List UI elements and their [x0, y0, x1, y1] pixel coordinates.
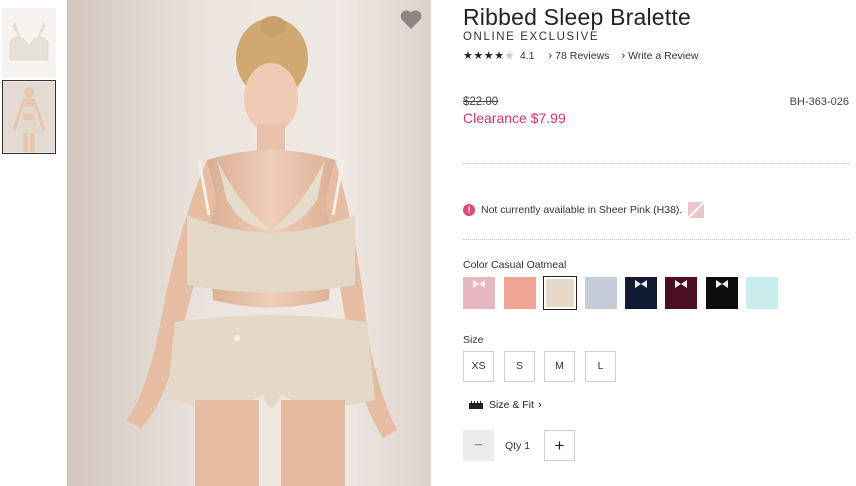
chevron-right-icon: ›: [548, 50, 553, 62]
star-icon: ★: [463, 49, 473, 62]
size-xs-button[interactable]: XS: [463, 351, 494, 382]
rating-value: 4.1: [519, 50, 535, 62]
write-review-label: Write a Review: [628, 50, 699, 62]
rating-row: ★ ★ ★ ★ ★ 4.1 › 78 Reviews › Write a Rev…: [463, 49, 699, 63]
chevron-right-icon: ›: [621, 50, 626, 62]
product-title: Ribbed Sleep Bralette: [463, 4, 691, 30]
sale-price: Clearance $7.99: [463, 110, 566, 126]
swatch-navy[interactable]: [625, 277, 657, 309]
bow-icon: [635, 280, 647, 288]
availability-text: Not currently available in Sheer Pink (H…: [481, 204, 683, 216]
star-icon: ★: [494, 49, 504, 62]
color-label: Color Casual Oatmeal: [463, 259, 567, 271]
swatch-mint[interactable]: [746, 277, 778, 309]
size-m-button[interactable]: M: [544, 351, 575, 382]
swatch-grey-blue[interactable]: [585, 277, 617, 309]
ruler-icon: [469, 401, 483, 409]
thumbnail-bralette[interactable]: [2, 8, 56, 78]
reviews-link-label: 78 Reviews: [555, 50, 610, 62]
model-photo: [67, 0, 431, 486]
reviews-link[interactable]: › 78 Reviews: [534, 50, 609, 62]
product-details: Ribbed Sleep Bralette ONLINE EXCLUSIVE ★…: [463, 0, 853, 486]
size-l-button[interactable]: L: [585, 351, 616, 382]
product-sku: BH-363-026: [789, 96, 849, 108]
main-product-image: [67, 0, 431, 486]
bow-icon: [473, 280, 485, 288]
swatch-black[interactable]: [706, 277, 738, 309]
swatch-casual-oatmeal[interactable]: [543, 276, 577, 310]
chevron-right-icon: ›: [537, 399, 542, 411]
quantity-decrease-button[interactable]: −: [463, 430, 494, 461]
write-review-link[interactable]: › Write a Review: [609, 50, 698, 62]
swatch-burgundy[interactable]: [665, 277, 697, 309]
color-swatches: [463, 276, 853, 311]
quantity-increase-button[interactable]: +: [544, 430, 575, 461]
bralette-image: [2, 8, 56, 78]
size-label: Size: [463, 334, 484, 346]
original-price: $22.00: [463, 96, 499, 108]
star-rating: ★ ★ ★ ★ ★: [463, 49, 515, 62]
swatch-pink[interactable]: [463, 277, 495, 309]
divider: [463, 163, 849, 164]
bow-icon: [675, 280, 687, 288]
size-fit-label: Size & Fit: [489, 399, 534, 411]
size-s-button[interactable]: S: [504, 351, 535, 382]
bow-icon: [716, 280, 728, 288]
star-empty-icon: ★: [504, 49, 515, 62]
star-icon: ★: [473, 49, 484, 62]
alert-icon: !: [463, 204, 475, 216]
model-thumbnail-image: [3, 81, 55, 153]
unavailable-swatch: [688, 202, 705, 218]
thumbnail-model[interactable]: [2, 80, 56, 154]
divider: [463, 239, 849, 240]
swatch-coral[interactable]: [504, 277, 536, 309]
star-icon: ★: [483, 49, 494, 62]
online-exclusive-label: ONLINE EXCLUSIVE: [463, 31, 600, 43]
wishlist-heart-icon[interactable]: [399, 8, 423, 30]
availability-notice: ! Not currently available in Sheer Pink …: [463, 201, 705, 219]
quantity-value: Qty 1: [505, 440, 531, 452]
size-fit-link[interactable]: Size & Fit ›: [469, 398, 542, 412]
